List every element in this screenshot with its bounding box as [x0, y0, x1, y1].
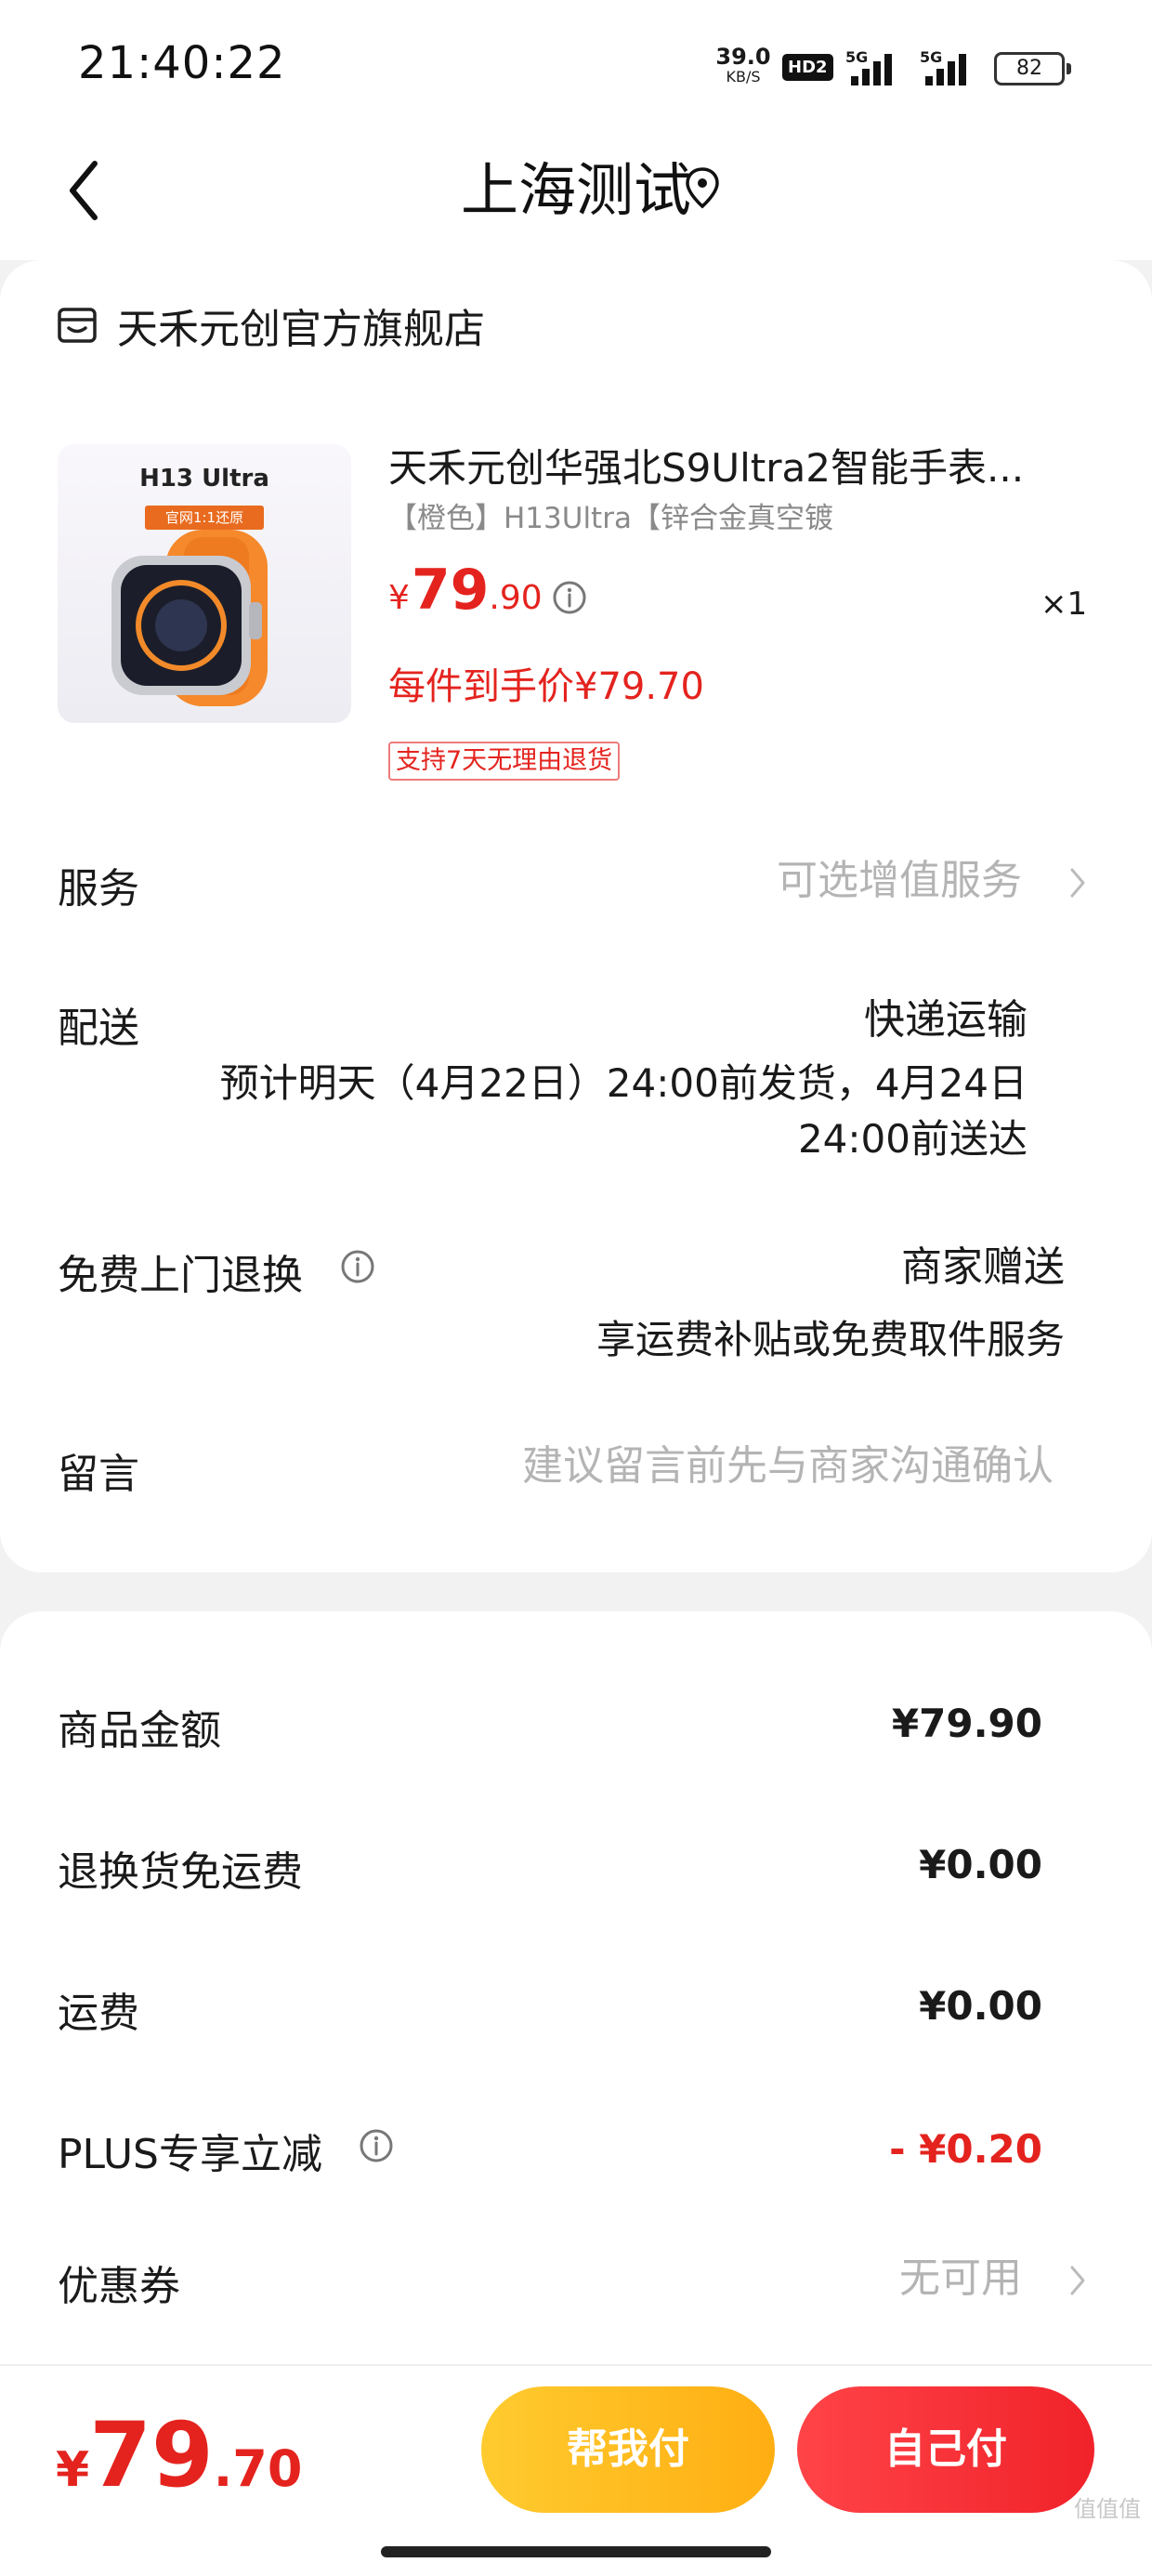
order-card: 天禾元创官方旗舰店 H13 Ultra 官网1:1还原 天禾元创华强北S9Ult…	[0, 260, 1152, 1572]
coupon-label: 优惠券	[58, 2263, 180, 2310]
battery-icon: 82	[994, 52, 1071, 85]
status-time: 21:40:22	[78, 37, 286, 89]
sim1-network-label: 5G	[845, 48, 869, 66]
chevron-right-icon[interactable]	[1067, 864, 1089, 901]
unit-final-price: 每件到手价¥79.70	[388, 665, 704, 708]
message-input[interactable]: 建议留言前先与商家沟通确认	[522, 1439, 1054, 1494]
shipping-label: 运费	[58, 1990, 139, 2037]
price-decimal: .90	[489, 579, 543, 617]
return-shipping-value: ¥0.00	[919, 1842, 1042, 1887]
free-return-value: 商家赠送	[901, 1243, 1065, 1291]
total-decimal: .70	[213, 2439, 303, 2498]
watch-illustration	[111, 530, 268, 706]
service-label: 服务	[58, 865, 139, 913]
help-me-pay-button[interactable]: 帮我付	[481, 2386, 775, 2513]
network-speed: 39.0 KB/S	[715, 46, 771, 87]
network-speed-value: 39.0	[715, 44, 771, 70]
plus-discount-label: PLUS专享立减	[58, 2131, 322, 2178]
page-title[interactable]: 上海测试	[0, 149, 1152, 232]
signal-icon: 5G	[845, 48, 910, 85]
hd-voice-icon: HD2	[782, 54, 833, 81]
service-value[interactable]: 可选增值服务	[777, 853, 1022, 909]
product-image[interactable]: H13 Ultra 官网1:1还原	[58, 444, 351, 723]
total-currency: ¥	[56, 2442, 90, 2498]
free-return-label: 免费上门退换	[58, 1252, 303, 1299]
watermark: 值值值	[1074, 2496, 1141, 2522]
price-integer: 79	[411, 558, 490, 623]
coupon-value[interactable]: 无可用	[899, 2251, 1022, 2307]
status-bar: 21:40:22 39.0 KB/S HD2 5G 5G 82	[0, 0, 1152, 139]
delivery-eta-line1: 预计明天（4月22日）24:00前发货，4月24日	[219, 1060, 1028, 1106]
free-return-desc: 享运费补贴或免费取件服务	[596, 1317, 1065, 1362]
store-icon	[56, 304, 98, 347]
message-label: 留言	[58, 1451, 139, 1498]
store-name: 天禾元创官方旗舰店	[117, 306, 485, 353]
chevron-right-icon[interactable]	[1067, 2262, 1089, 2299]
product-price: ¥ 79 .90	[388, 558, 543, 623]
shipping-value: ¥0.00	[919, 1983, 1042, 2029]
return-shipping-label: 退换货免运费	[58, 1848, 303, 1896]
goods-amount-value: ¥79.90	[891, 1701, 1042, 1746]
home-indicator[interactable]	[381, 2546, 771, 2557]
delivery-eta-line2: 24:00前送达	[797, 1116, 1028, 1162]
return-policy-badge: 支持7天无理由退货	[388, 742, 621, 781]
delivery-label: 配送	[58, 1005, 139, 1052]
pay-myself-button[interactable]: 自己付	[797, 2386, 1094, 2513]
product-title[interactable]: 天禾元创华强北S9Ultra2智能手表...	[388, 437, 1057, 493]
quantity: ×1	[1041, 585, 1088, 623]
store-row[interactable]: 天禾元创官方旗舰店	[56, 288, 485, 362]
plus-discount-value: - ¥0.20	[889, 2126, 1042, 2172]
total-price: ¥ 79 .70	[56, 2403, 302, 2507]
info-icon[interactable]	[340, 1249, 375, 1284]
checkout-bar: ¥ 79 .70 帮我付 自己付 值值值	[0, 2364, 1152, 2576]
price-currency: ¥	[388, 579, 410, 617]
delivery-method[interactable]: 快递运输	[864, 992, 1028, 1048]
network-speed-unit: KB/S	[726, 68, 761, 85]
signal-icon: 5G	[920, 48, 985, 85]
sim2-network-label: 5G	[920, 48, 943, 66]
goods-amount-label: 商品金额	[58, 1707, 221, 1755]
navigation-bar: 上海测试	[0, 139, 1152, 260]
info-icon[interactable]	[552, 580, 587, 615]
info-icon[interactable]	[359, 2128, 394, 2163]
product-spec[interactable]: 【橙色】H13Ultra【锌合金真空镀	[388, 494, 833, 536]
location-pin-icon[interactable]	[684, 165, 721, 212]
total-integer: 79	[89, 2403, 214, 2507]
